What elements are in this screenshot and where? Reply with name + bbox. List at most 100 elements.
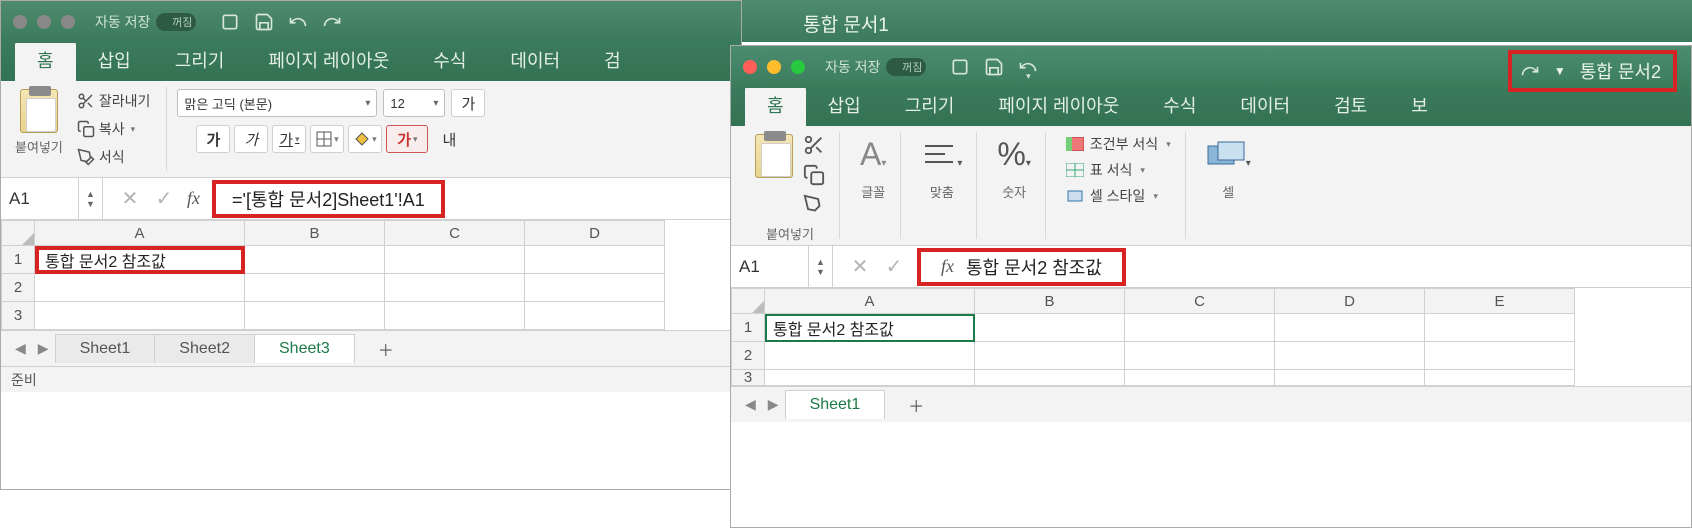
name-box[interactable]: A1 [731,246,809,287]
copy-icon[interactable] [803,164,825,186]
min-dot-icon[interactable] [767,60,781,74]
cut-button[interactable]: 잘라내기 [71,89,157,113]
row-3[interactable]: 3 [731,370,765,386]
col-A[interactable]: A [765,288,975,314]
cell-B2[interactable] [245,274,385,302]
tab-review-partial[interactable]: 검 [582,41,643,81]
tab-home[interactable]: 홈 [15,41,76,81]
fx-icon[interactable]: fx [941,256,954,277]
clipboard-icon[interactable] [755,134,793,178]
sheet-tab-sheet2[interactable]: Sheet2 [154,334,255,363]
window-controls[interactable] [743,60,805,74]
cell-D1[interactable] [525,246,665,274]
row-2[interactable]: 2 [731,342,765,370]
border-button[interactable]: ▾ [310,125,344,153]
col-B[interactable]: B [245,220,385,246]
cell-E3[interactable] [1425,370,1575,386]
cell-C2[interactable] [1125,342,1275,370]
namebox-stepper[interactable]: ▲▼ [79,178,103,219]
font-color-button[interactable]: 가▾ [386,125,428,153]
redo-icon[interactable] [322,12,342,32]
tab-formulas[interactable]: 수식 [411,41,488,81]
window-controls[interactable] [13,15,75,29]
sheet-nav-next-icon[interactable]: ▶ [762,396,785,413]
home-dropdown-icon[interactable] [220,12,240,32]
col-B[interactable]: B [975,288,1125,314]
max-dot-icon[interactable] [791,60,805,74]
tab-formulas[interactable]: 수식 [1141,86,1218,126]
col-C[interactable]: C [385,220,525,246]
format-painter-button[interactable]: 서식 [71,145,157,169]
col-C[interactable]: C [1125,288,1275,314]
sheet-tab-sheet1[interactable]: Sheet1 [55,334,156,363]
save-icon[interactable] [984,57,1004,77]
undo-icon[interactable]: ▾ [1018,57,1038,77]
font-size-select[interactable]: 12▾ [383,89,445,117]
undo-icon[interactable] [288,12,308,32]
bold-button[interactable]: 가 [196,125,230,153]
cell-A1[interactable]: 통합 문서2 참조값 [765,314,975,342]
align-icon[interactable]: ▾ [921,134,962,174]
titlebar-2[interactable]: 자동 저장 꺼짐 ▾ ▼ 통합 문서2 [731,46,1691,88]
save-icon[interactable] [254,12,274,32]
col-D[interactable]: D [1275,288,1425,314]
cell-A2[interactable] [765,342,975,370]
cell-styles-button[interactable]: 셀 스타일▾ [1066,186,1171,206]
row-2[interactable]: 2 [1,274,35,302]
add-sheet-button[interactable]: ＋ [884,388,932,422]
row-1[interactable]: 1 [1,246,35,274]
fill-color-button[interactable]: ▾ [348,125,382,153]
chevron-down-icon[interactable]: ▼ [1554,64,1566,78]
max-dot-icon[interactable] [61,15,75,29]
percent-icon[interactable]: %▾ [997,134,1030,174]
cell-C2[interactable] [385,274,525,302]
cell-D3[interactable] [525,302,665,330]
tab-insert[interactable]: 삽입 [76,41,153,81]
tab-data[interactable]: 데이터 [488,41,582,81]
conditional-format-button[interactable]: 조건부 서식▾ [1066,134,1171,154]
cell-D1[interactable] [1275,314,1425,342]
cell-B1[interactable] [245,246,385,274]
tab-view-partial[interactable]: 보 [1389,86,1450,126]
cancel-icon[interactable]: ✕ [113,186,147,211]
cell-B3[interactable] [975,370,1125,386]
cell-B1[interactable] [975,314,1125,342]
formula-input[interactable]: 통합 문서2 참조값 [960,254,1108,280]
cell-A1[interactable]: 통합 문서2 참조값 [35,246,245,274]
tab-home[interactable]: 홈 [745,86,806,126]
tab-layout[interactable]: 페이지 레이아웃 [246,41,411,81]
select-all-corner[interactable] [731,288,765,314]
paste-button[interactable]: 붙여넣기 [15,89,63,169]
col-E[interactable]: E [1425,288,1575,314]
cell-D2[interactable] [525,274,665,302]
cell-E1[interactable] [1425,314,1575,342]
tab-layout[interactable]: 페이지 레이아웃 [976,86,1141,126]
sheet-nav-next-icon[interactable]: ▶ [32,340,55,357]
cell-C1[interactable] [1125,314,1275,342]
cell-C3[interactable] [385,302,525,330]
select-all-corner[interactable] [1,220,35,246]
redo-icon[interactable] [1520,61,1540,81]
min-dot-icon[interactable] [37,15,51,29]
autosave-toggle[interactable]: 꺼짐 [886,58,926,76]
tab-draw[interactable]: 그리기 [153,41,247,81]
cell-B3[interactable] [245,302,385,330]
italic-button[interactable]: 가 [234,125,268,153]
col-D[interactable]: D [525,220,665,246]
tab-insert[interactable]: 삽입 [806,86,883,126]
tab-review[interactable]: 검토 [1312,86,1389,126]
namebox-stepper[interactable]: ▲▼ [809,246,833,287]
cells-icon[interactable]: ▾ [1206,134,1251,174]
cell-C3[interactable] [1125,370,1275,386]
cell-A3[interactable] [35,302,245,330]
table-format-button[interactable]: 표 서식▾ [1066,160,1171,180]
formula-input[interactable]: ='[통합 문서2]Sheet1'!A1 [226,190,431,210]
sheet-nav-prev-icon[interactable]: ◀ [9,340,32,357]
font-name-select[interactable]: 맑은 고딕 (본문)▾ [177,89,377,117]
cell-A2[interactable] [35,274,245,302]
tab-draw[interactable]: 그리기 [883,86,977,126]
cell-E2[interactable] [1425,342,1575,370]
sheet-nav-prev-icon[interactable]: ◀ [739,396,762,413]
row-1[interactable]: 1 [731,314,765,342]
cancel-icon[interactable]: ✕ [843,254,877,279]
